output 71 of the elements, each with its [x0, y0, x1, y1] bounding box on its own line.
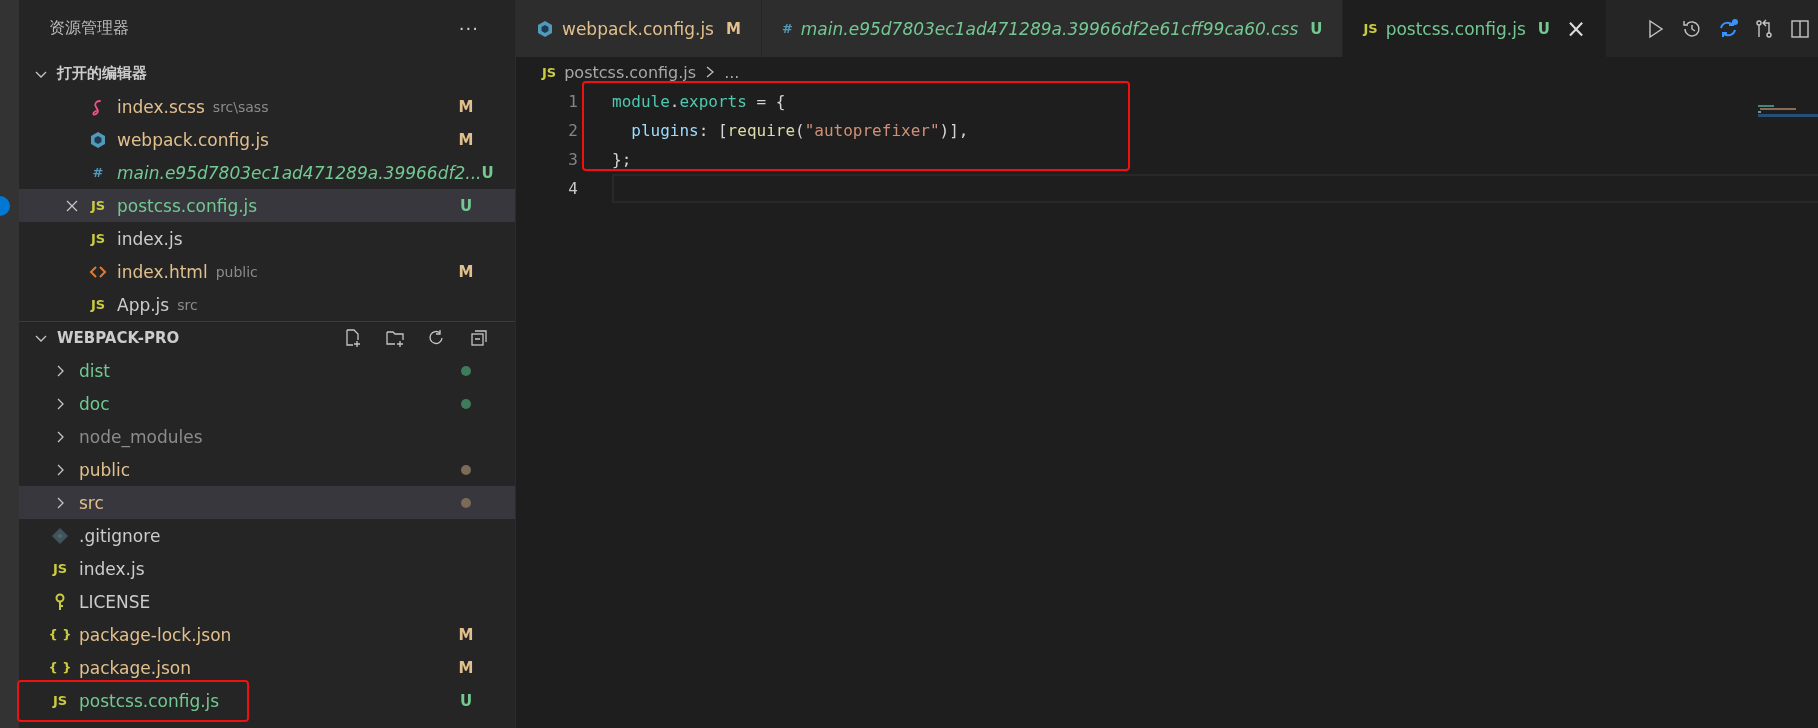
open-editor-item[interactable]: index.scss src\sass M [19, 90, 515, 123]
git-status: U [458, 691, 474, 710]
line-number: 1 [567, 91, 578, 113]
section-header[interactable]: 打开的编辑器 [19, 57, 515, 90]
folder-item[interactable]: dist [19, 354, 515, 387]
folder-path: public [215, 263, 258, 280]
compare-icon[interactable] [1753, 17, 1775, 40]
file-item[interactable]: { } package-lock.json M [19, 618, 515, 651]
file-type-icon: { } [48, 628, 72, 641]
git-status: U [1310, 19, 1323, 38]
editor-tab[interactable]: # main.e95d7803ec1ad471289a.39966df2e61cff99ca60.css U [761, 0, 1344, 57]
code-line: module.exports = { [612, 92, 786, 111]
git-status: U [481, 163, 494, 182]
breadcrumb-item[interactable]: postcss.config.js [564, 62, 697, 82]
new-file-icon[interactable] [343, 328, 363, 348]
file-item[interactable]: JS index.js [19, 552, 515, 585]
editor-tab[interactable]: JS postcss.config.js U × [1343, 0, 1608, 57]
new-folder-icon[interactable] [385, 328, 405, 348]
file-type-icon: JS [90, 232, 106, 245]
code-line: plugins: [require("autoprefixer")], [630, 121, 969, 140]
open-editor-item[interactable]: index.html public M [19, 255, 515, 288]
file-type-icon: JS [90, 298, 106, 311]
open-editor-item[interactable]: JS App.js src [19, 288, 515, 321]
file-item[interactable]: { } package.json M [19, 651, 515, 684]
close-icon[interactable] [65, 198, 79, 213]
explorer-title: 资源管理器 [49, 18, 129, 39]
folder-item[interactable]: src [19, 486, 515, 519]
file-type-icon: JS [542, 65, 557, 79]
cube-icon [536, 19, 554, 38]
line-number: 4 [567, 178, 578, 200]
file-item[interactable]: LICENSE [19, 585, 515, 618]
line-number: 3 [567, 149, 578, 171]
close-tab-button[interactable]: × [1566, 14, 1587, 43]
open-editor-item[interactable]: webpack.config.js M [19, 123, 515, 156]
git-status: M [725, 19, 741, 38]
git-status: M [457, 658, 475, 677]
folder-item[interactable]: doc [19, 387, 515, 420]
folder-item[interactable]: public [19, 453, 515, 486]
more-actions-button[interactable]: ··· [458, 18, 479, 39]
file-type-icon: { } [48, 661, 72, 674]
file-type-icon: JS [52, 694, 68, 707]
git-status: U [458, 196, 474, 215]
git-status: M [457, 262, 475, 281]
section-header[interactable]: WEBPACK-PRO [33, 329, 180, 347]
minimap-drawing [1758, 105, 1818, 117]
line-number: 2 [567, 120, 578, 142]
folder-path: src [177, 296, 198, 313]
breadcrumb-item[interactable]: ... [724, 62, 740, 82]
git-status: M [457, 625, 475, 644]
git-status: U [1537, 19, 1551, 38]
file-type-icon: # [781, 22, 793, 35]
open-editor-item[interactable]: JS postcss.config.js U [19, 189, 515, 222]
file-item[interactable]: .gitignore [19, 519, 515, 552]
git-status: M [457, 97, 475, 116]
folder-item[interactable]: node_modules [19, 420, 515, 453]
file-type-icon: JS [52, 562, 68, 575]
code-line: }; [612, 150, 632, 169]
file-item[interactable]: JS postcss.config.js U [19, 684, 515, 717]
cube-icon [89, 130, 107, 149]
file-type-icon: JS [90, 199, 106, 212]
open-editor-item[interactable]: JS index.js [19, 222, 515, 255]
editor-tab[interactable]: webpack.config.js M [516, 0, 762, 57]
folder-path: src\sass [212, 98, 269, 115]
git-status: M [457, 130, 475, 149]
collapse-all-icon[interactable] [469, 328, 489, 348]
open-editor-item[interactable]: # main.e95d7803ec1ad471289a.39966df2...U [19, 156, 515, 189]
file-type-icon: # [92, 166, 104, 179]
diamond-icon [51, 526, 69, 545]
split-editor-icon[interactable] [1789, 17, 1811, 40]
file-type-icon: JS [1363, 22, 1378, 35]
sync-icon[interactable] [1717, 17, 1739, 40]
